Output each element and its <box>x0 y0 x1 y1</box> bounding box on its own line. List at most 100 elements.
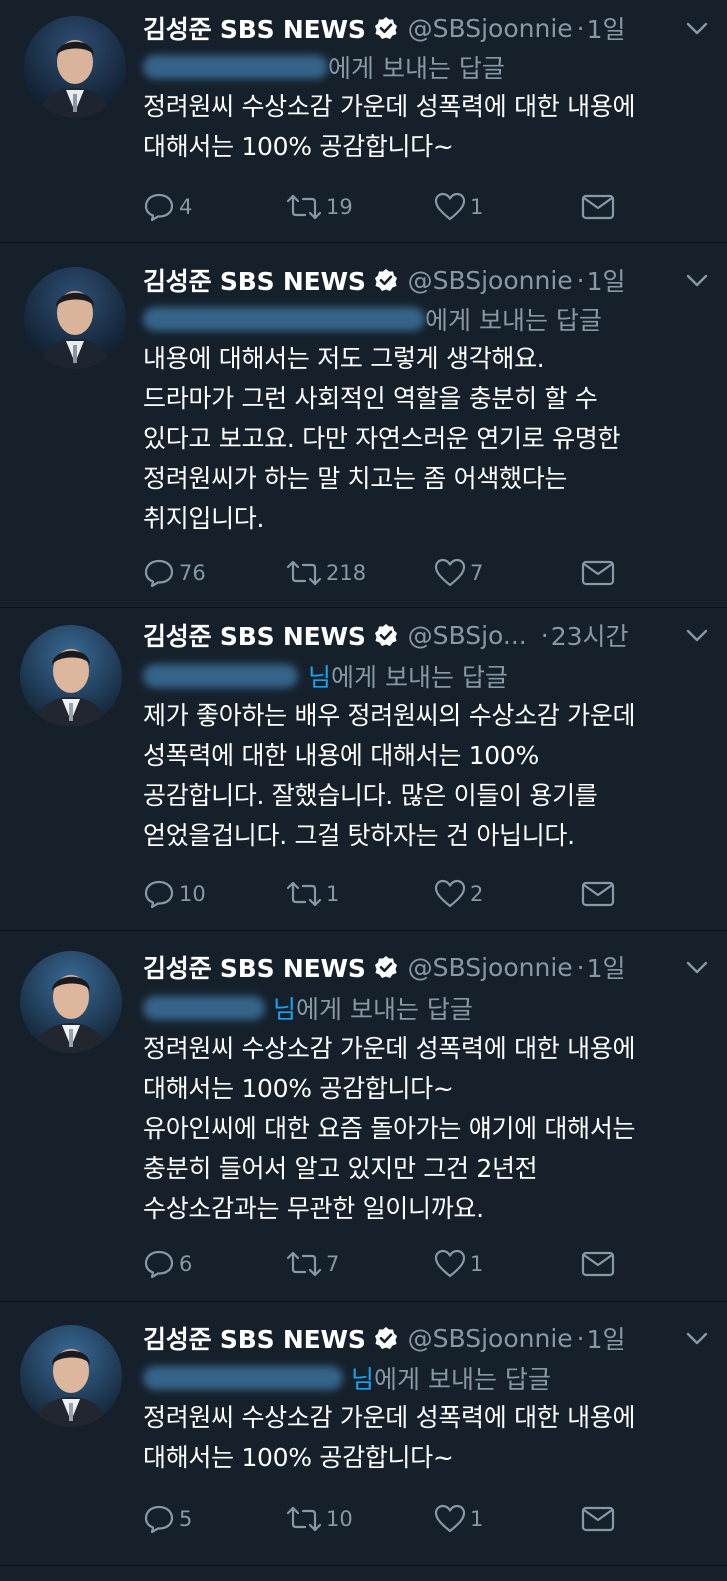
author-handle[interactable]: @SBSjoonnie <box>408 1324 573 1353</box>
tweet-text-line: 제가 좋아하는 배우 정려원씨의 수상소감 가운데 <box>143 701 636 730</box>
reply-count: 76 <box>179 561 206 585</box>
replying-to: 에게 보내는 답글 <box>143 50 709 84</box>
separator-dot: · <box>576 265 585 295</box>
direct-message-button[interactable] <box>581 1247 615 1281</box>
avatar[interactable] <box>20 625 122 727</box>
reply-nim[interactable]: 님 <box>308 658 331 694</box>
like-count: 7 <box>470 561 484 585</box>
replying-to: 님 에게 보내는 답글 <box>143 1361 709 1395</box>
reply-icon <box>144 1505 174 1534</box>
tweet-text-line: 대해서는 100% 공감합니다~ <box>143 132 454 161</box>
avatar[interactable] <box>20 951 122 1053</box>
reply-suffix: 에게 보내는 답글 <box>374 1365 551 1394</box>
reply-button[interactable]: 10 <box>143 877 206 911</box>
verified-badge-icon <box>374 269 397 291</box>
envelope-icon <box>581 560 615 586</box>
reply-count: 10 <box>179 882 206 906</box>
tweet-text-line: 정려원씨 수상소감 가운데 성폭력에 대한 내용에 <box>143 92 636 121</box>
timeline: 김성준 SBS NEWS @SBSjoonnie · 1일 에게 보내는 답글 … <box>0 0 727 1581</box>
blurred-username[interactable] <box>143 664 298 688</box>
reply-icon <box>144 559 174 588</box>
tweet-text-line: 있다고 보고요. 다만 자연스러운 연기로 유명한 <box>143 424 621 453</box>
like-count: 2 <box>470 882 484 906</box>
tweet-text-line: 얻었을겁니다. 그걸 탓하자는 건 아닙니다. <box>143 821 575 850</box>
tweet[interactable]: 김성준 SBS NEWS @SBSjoonnie · 1일 에게 보내는 답글 … <box>0 243 727 608</box>
replying-to: 님 에게 보내는 답글 <box>143 659 709 693</box>
retweet-button[interactable]: 1 <box>286 877 339 911</box>
tweet-header: 김성준 SBS NEWS @SBSjoonnie · 1일 <box>143 1320 709 1356</box>
retweet-button[interactable]: 7 <box>286 1247 339 1281</box>
author-name[interactable]: 김성준 SBS NEWS <box>143 262 366 298</box>
retweet-icon <box>286 1506 322 1532</box>
author-handle[interactable]: @SBSjo... <box>408 621 527 650</box>
reply-button[interactable]: 4 <box>143 190 192 224</box>
reply-button[interactable]: 6 <box>143 1247 192 1281</box>
retweet-button[interactable]: 10 <box>286 1502 353 1536</box>
author-name[interactable]: 김성준 SBS NEWS <box>143 617 366 653</box>
envelope-icon <box>581 1506 615 1532</box>
envelope-icon <box>581 881 615 907</box>
reply-button[interactable]: 76 <box>143 556 206 590</box>
timestamp[interactable]: 1일 <box>587 262 626 298</box>
replying-to: 님 에게 보내는 답글 <box>143 991 709 1025</box>
tweet-text-line: 대해서는 100% 공감합니다~ <box>143 1074 454 1103</box>
blurred-username[interactable] <box>143 307 425 331</box>
chevron-down-icon[interactable] <box>685 18 709 38</box>
retweet-count: 1 <box>326 882 340 906</box>
direct-message-button[interactable] <box>581 877 615 911</box>
tweet[interactable]: 김성준 SBS NEWS @SBSjoonnie · 1일 님 에게 보내는 답… <box>0 931 727 1302</box>
tweet-actions: 5 10 1 <box>143 1502 623 1536</box>
direct-message-button[interactable] <box>581 1502 615 1536</box>
like-button[interactable]: 1 <box>434 1247 483 1281</box>
reply-nim[interactable]: 님 <box>351 1360 374 1396</box>
avatar[interactable] <box>24 16 126 118</box>
retweet-button[interactable]: 218 <box>286 556 366 590</box>
author-name[interactable]: 김성준 SBS NEWS <box>143 10 366 46</box>
chevron-down-icon[interactable] <box>685 625 709 645</box>
author-name[interactable]: 김성준 SBS NEWS <box>143 949 366 985</box>
avatar[interactable] <box>20 1325 122 1427</box>
tweet-text-line: 충분히 들어서 알고 있지만 그건 2년전 <box>143 1154 538 1183</box>
reply-icon <box>144 1250 174 1279</box>
retweet-count: 10 <box>326 1507 353 1531</box>
envelope-icon <box>581 194 615 220</box>
tweet[interactable]: 김성준 SBS NEWS @SBSjoonnie · 1일 님 에게 보내는 답… <box>0 1302 727 1566</box>
blurred-username[interactable] <box>143 1366 343 1390</box>
tweet-text-line: 대해서는 100% 공감합니다~ <box>143 1443 454 1472</box>
separator-dot: · <box>576 952 585 982</box>
tweet-text-line: 정려원씨 수상소감 가운데 성폭력에 대한 내용에 <box>143 1403 636 1432</box>
like-button[interactable]: 2 <box>434 877 483 911</box>
separator-dot: · <box>576 1323 585 1353</box>
timestamp[interactable]: 1일 <box>587 949 626 985</box>
chevron-down-icon[interactable] <box>685 1328 709 1348</box>
reply-nim[interactable]: 님 <box>273 990 296 1026</box>
tweet-header: 김성준 SBS NEWS @SBSjoonnie · 1일 <box>143 262 709 298</box>
timestamp[interactable]: 1일 <box>587 1320 626 1356</box>
author-handle[interactable]: @SBSjoonnie <box>408 266 573 295</box>
chevron-down-icon[interactable] <box>685 957 709 977</box>
blurred-username[interactable] <box>143 996 265 1020</box>
verified-badge-icon <box>374 956 397 978</box>
reply-suffix: 에게 보내는 답글 <box>296 995 473 1024</box>
author-handle[interactable]: @SBSjoonnie <box>408 953 573 982</box>
reply-suffix: 에게 보내는 답글 <box>425 306 602 335</box>
timestamp[interactable]: 23시간 <box>551 617 629 653</box>
retweet-button[interactable]: 19 <box>286 190 353 224</box>
tweet[interactable]: 김성준 SBS NEWS @SBSjoonnie · 1일 에게 보내는 답글 … <box>0 0 727 243</box>
author-handle[interactable]: @SBSjoonnie <box>408 14 573 43</box>
blurred-username[interactable] <box>143 55 328 79</box>
author-name[interactable]: 김성준 SBS NEWS <box>143 1320 366 1356</box>
reply-button[interactable]: 5 <box>143 1502 192 1536</box>
retweet-count: 19 <box>326 195 353 219</box>
direct-message-button[interactable] <box>581 190 615 224</box>
like-button[interactable]: 7 <box>434 556 483 590</box>
like-button[interactable]: 1 <box>434 190 483 224</box>
direct-message-button[interactable] <box>581 556 615 590</box>
avatar[interactable] <box>24 267 126 369</box>
reply-suffix: 에게 보내는 답글 <box>328 54 505 83</box>
timestamp[interactable]: 1일 <box>587 10 626 46</box>
tweet[interactable]: 김성준 SBS NEWS @SBSjo... · 23시간 님 에게 보내는 답… <box>0 608 727 931</box>
tweet-text-line: 정려원씨 수상소감 가운데 성폭력에 대한 내용에 <box>143 1034 636 1063</box>
like-button[interactable]: 1 <box>434 1502 483 1536</box>
chevron-down-icon[interactable] <box>685 270 709 290</box>
